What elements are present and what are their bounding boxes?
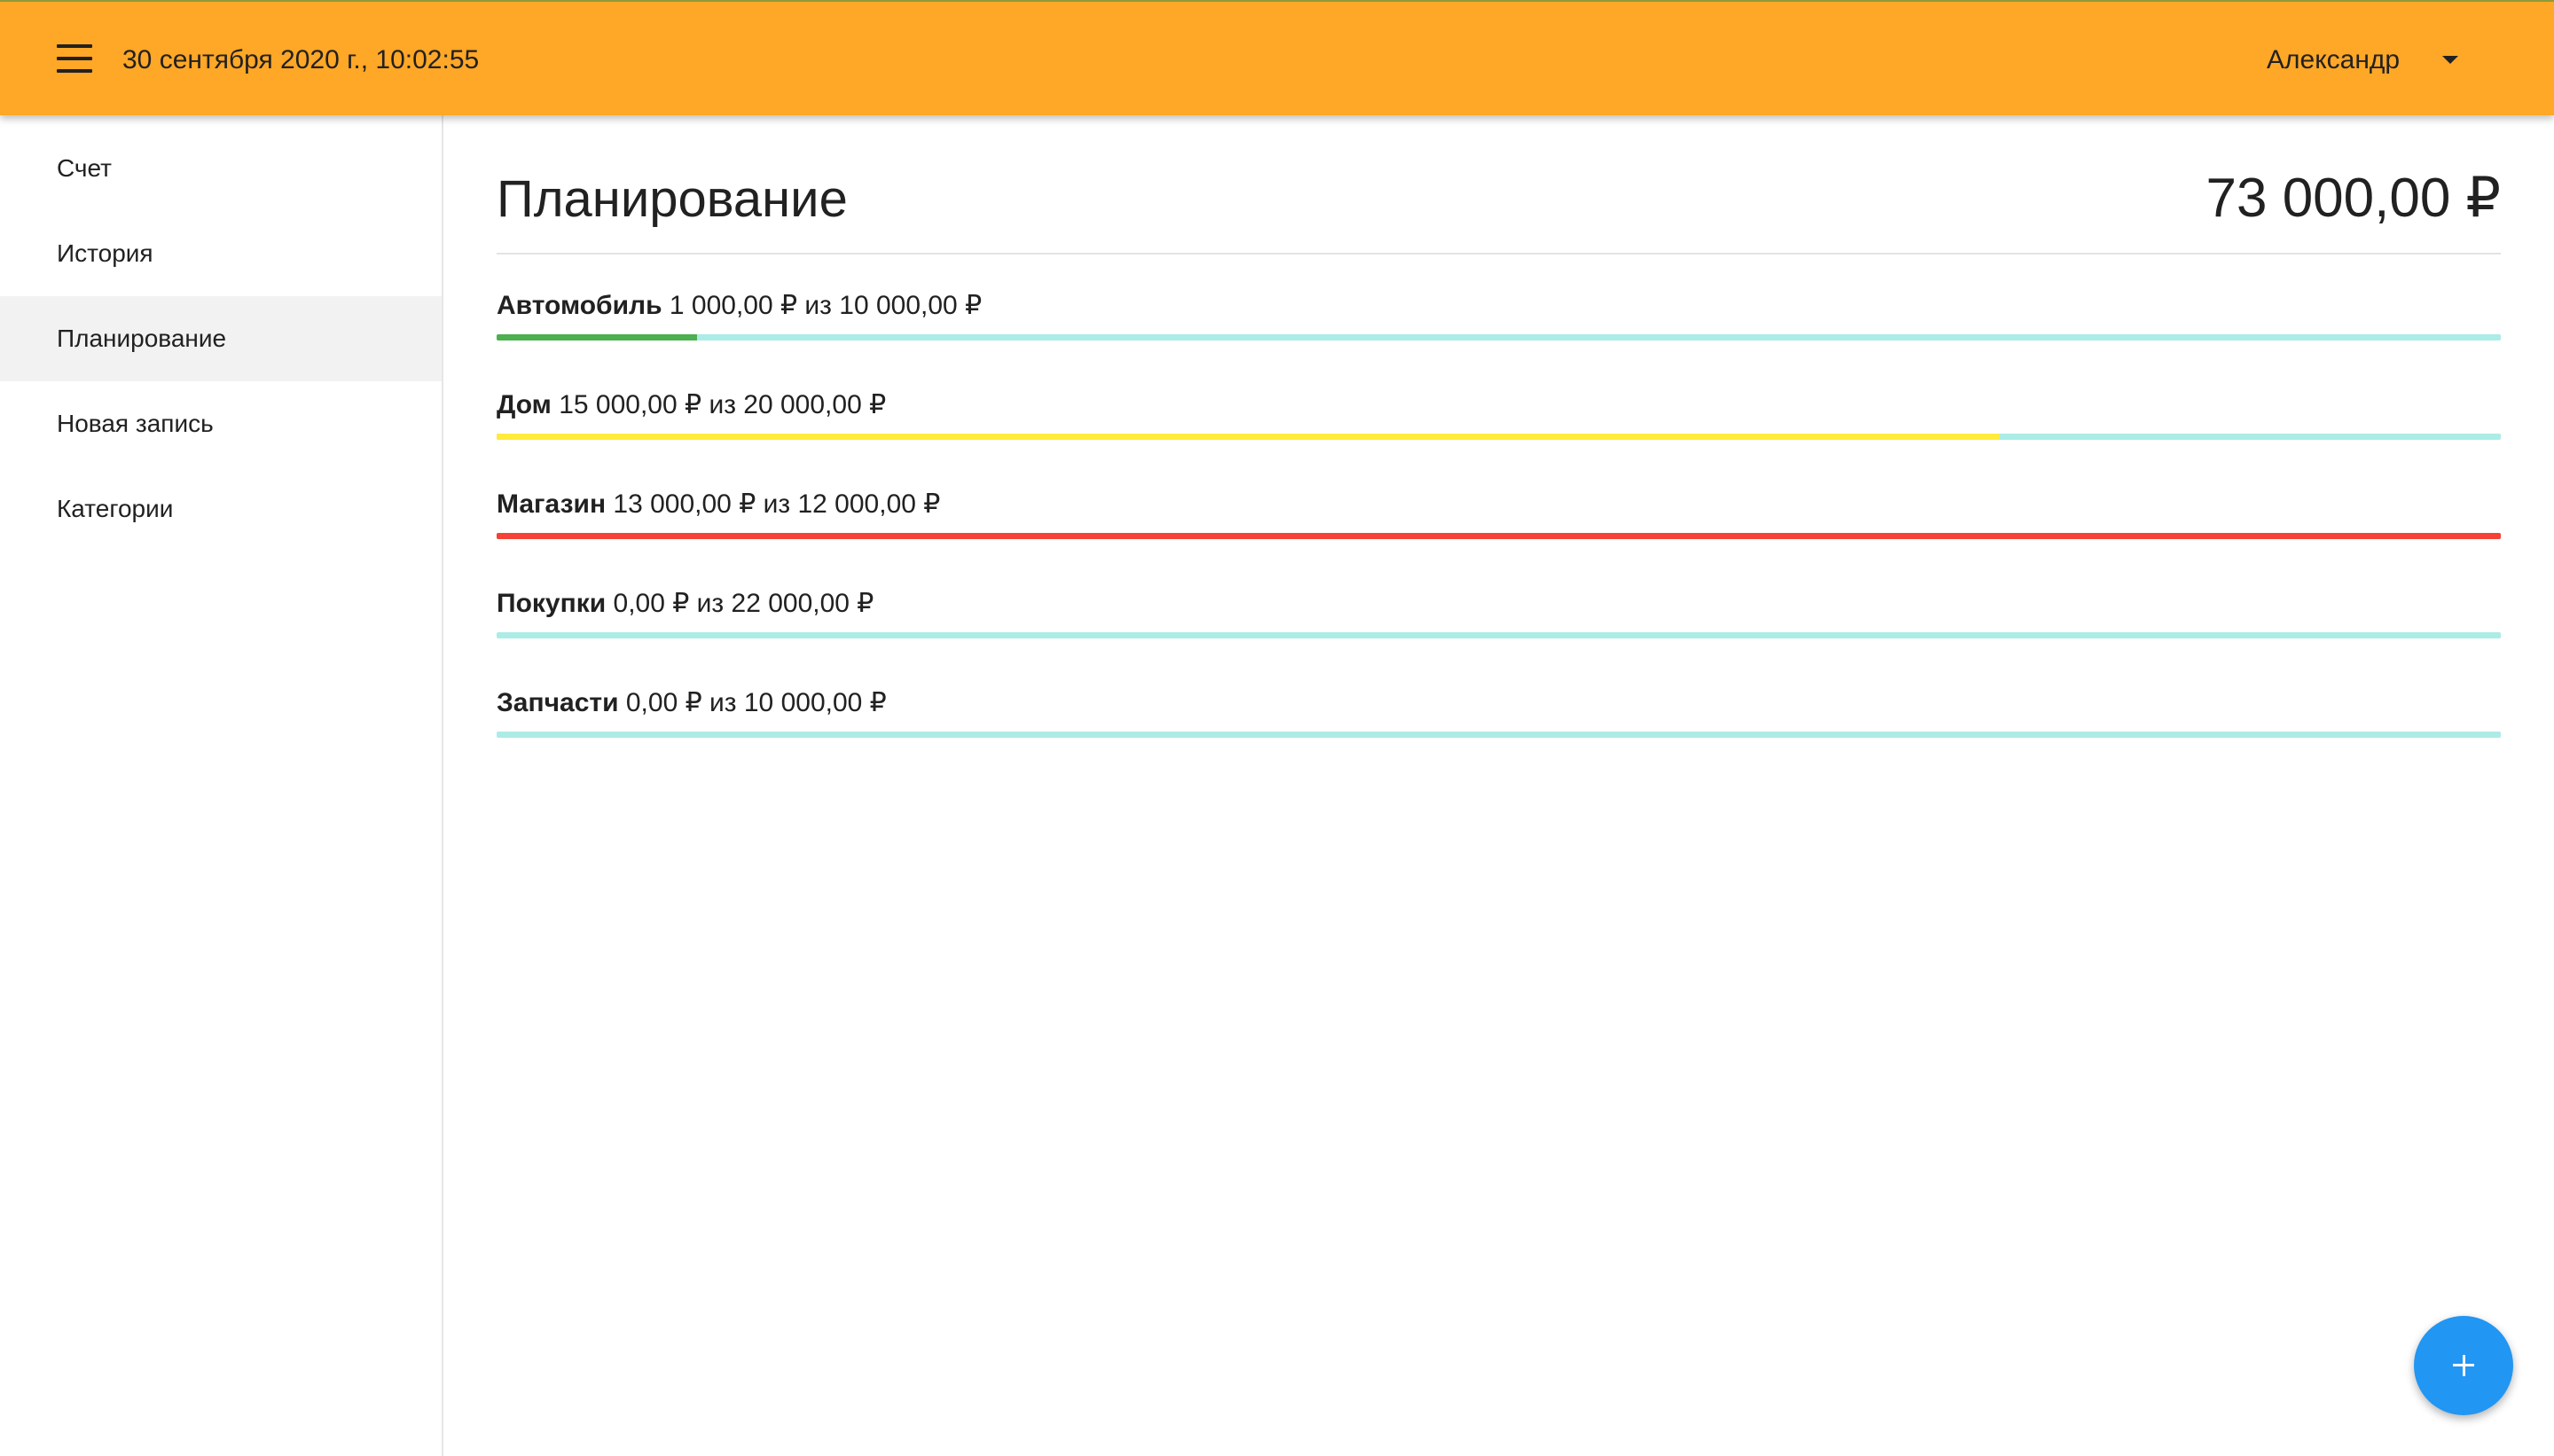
plan-label: Покупки 0,00 ₽ из 22 000,00 ₽: [497, 588, 874, 620]
plan-name: Запчасти: [497, 688, 619, 717]
plan-label: Магазин 13 000,00 ₽ из 12 000,00 ₽: [497, 489, 940, 521]
top-app-bar: 30 сентября 2020 г., 10:02:55 Александр: [0, 0, 2554, 115]
caret-down-icon: [2442, 56, 2458, 64]
add-plan-button[interactable]: [2414, 1316, 2513, 1415]
plan-item: Автомобиль 1 000,00 ₽ из 10 000,00 ₽: [497, 290, 2501, 389]
sidebar-item-history[interactable]: История: [0, 211, 442, 296]
sidebar-item-categories[interactable]: Категории: [0, 466, 442, 552]
plan-item: Покупки 0,00 ₽ из 22 000,00 ₽: [497, 588, 2501, 687]
plan-label: Дом 15 000,00 ₽ из 20 000,00 ₽: [497, 389, 886, 421]
plan-list: Автомобиль 1 000,00 ₽ из 10 000,00 ₽ Дом…: [497, 254, 2501, 787]
plan-item: Магазин 13 000,00 ₽ из 12 000,00 ₽: [497, 489, 2501, 588]
plan-label: Запчасти 0,00 ₽ из 10 000,00 ₽: [497, 687, 887, 719]
plan-item: Дом 15 000,00 ₽ из 20 000,00 ₽: [497, 389, 2501, 489]
sidebar: Счет История Планирование Новая запись К…: [0, 115, 443, 1456]
plan-amount: 13 000,00 ₽ из 12 000,00 ₽: [613, 489, 941, 519]
progress-fill: [497, 334, 697, 341]
user-dropdown[interactable]: Александр: [2252, 37, 2483, 83]
plan-name: Дом: [497, 390, 552, 419]
menu-icon[interactable]: [50, 41, 99, 76]
sidebar-item-new-record[interactable]: Новая запись: [0, 381, 442, 466]
progress-bar: [497, 334, 2501, 341]
progress-bar: [497, 533, 2501, 539]
progress-bar: [497, 434, 2501, 440]
plan-label: Автомобиль 1 000,00 ₽ из 10 000,00 ₽: [497, 290, 982, 322]
plan-item: Запчасти 0,00 ₽ из 10 000,00 ₽: [497, 687, 2501, 787]
plan-name: Магазин: [497, 489, 607, 519]
total-balance: 73 000,00 ₽: [2205, 168, 2502, 229]
plan-amount: 15 000,00 ₽ из 20 000,00 ₽: [559, 390, 887, 419]
plan-amount: 0,00 ₽ из 10 000,00 ₽: [625, 688, 887, 717]
main-content: Планирование 73 000,00 ₽ Автомобиль 1 00…: [497, 115, 2501, 787]
page-header: Планирование 73 000,00 ₽: [497, 115, 2501, 254]
page-title: Планирование: [497, 170, 848, 228]
plan-amount: 1 000,00 ₽ из 10 000,00 ₽: [669, 291, 983, 320]
progress-bar: [497, 632, 2501, 638]
user-name: Александр: [2267, 45, 2401, 74]
sidebar-item-planning[interactable]: Планирование: [0, 296, 442, 381]
plan-name: Автомобиль: [497, 291, 662, 320]
plus-icon: [2414, 1316, 2513, 1415]
progress-fill: [497, 434, 2000, 440]
current-datetime: 30 сентября 2020 г., 10:02:55: [122, 45, 480, 74]
progress-bar: [497, 732, 2501, 738]
sidebar-item-account[interactable]: Счет: [0, 126, 442, 211]
plan-amount: 0,00 ₽ из 22 000,00 ₽: [613, 589, 874, 618]
progress-fill: [497, 533, 2501, 539]
plan-name: Покупки: [497, 589, 607, 618]
